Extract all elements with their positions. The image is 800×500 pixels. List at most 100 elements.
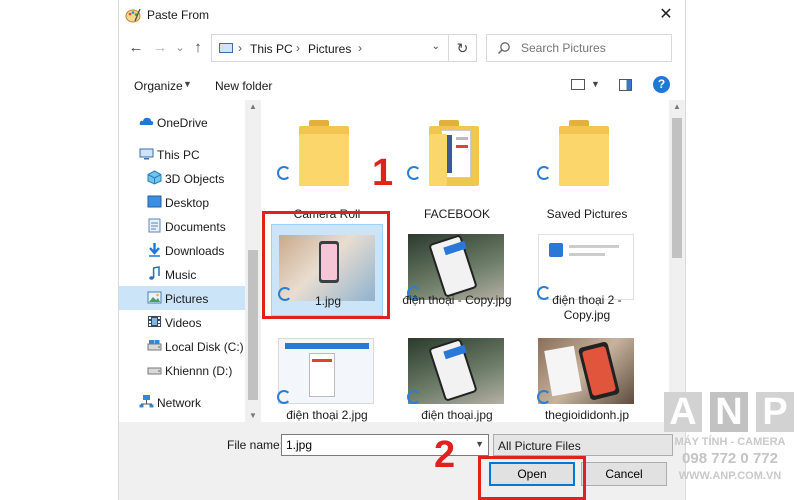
- file-name: điện thoại 2.jpg: [286, 408, 368, 422]
- sync-status-icon: [277, 166, 291, 180]
- breadcrumb-this-pc[interactable]: This PC: [250, 42, 293, 56]
- pictures-icon: [147, 291, 162, 304]
- file-dien-thoai-2-jpg[interactable]: điện thoại 2.jpg: [271, 328, 383, 422]
- breadcrumb-separator: ›: [238, 41, 242, 55]
- command-toolbar: Organize ▼ New folder ▼ ?: [119, 70, 685, 100]
- sidebar-item-documents[interactable]: Documents: [119, 214, 245, 238]
- view-options-dropdown-icon[interactable]: ▼: [591, 79, 600, 89]
- folder-saved-pictures[interactable]: Saved Pictures: [531, 104, 643, 221]
- scroll-down-icon[interactable]: ▼: [249, 411, 257, 420]
- sidebar-item-label: Desktop: [165, 196, 210, 210]
- sidebar-item-label: Network: [157, 396, 202, 410]
- sidebar-item-this-pc[interactable]: This PC: [119, 142, 245, 166]
- sidebar-item-label: Local Disk (C:): [165, 340, 244, 354]
- music-icon: [149, 266, 160, 280]
- chevron-down-icon[interactable]: ▼: [475, 439, 484, 449]
- file-name: thegioididonh.jp: [544, 408, 630, 422]
- videos-icon: [148, 316, 161, 327]
- organize-button[interactable]: Organize: [134, 79, 183, 93]
- anp-watermark: A N P MÁY TÍNH - CAMERA 098 772 0 772 WW…: [660, 388, 800, 500]
- local-disk-icon: [147, 340, 162, 351]
- file-dien-thoai-copy-jpg[interactable]: điện thoại - Copy.jpg: [401, 224, 513, 332]
- cancel-button[interactable]: Cancel: [581, 462, 667, 486]
- file-dien-thoai-2-copy-jpg[interactable]: điện thoại 2 - Copy.jpg: [531, 224, 643, 332]
- up-arrow-icon[interactable]: ↑: [189, 38, 207, 58]
- organize-dropdown-icon[interactable]: ▼: [183, 79, 192, 89]
- file-name: điện thoại 2 - Copy.jpg: [552, 293, 622, 322]
- sidebar-item-label: Downloads: [165, 244, 225, 258]
- onedrive-icon: [139, 117, 154, 125]
- navigation-row: ← → ⌄ ↑ › This PC › Pictures › ⌄ ↻: [119, 32, 685, 66]
- help-icon[interactable]: ?: [653, 76, 670, 93]
- image-thumbnail: [408, 234, 504, 300]
- sidebar-item-label: Khiennn (D:): [165, 364, 233, 378]
- back-arrow-icon[interactable]: ←: [127, 38, 145, 58]
- sidebar-item-label: Music: [165, 268, 197, 282]
- sidebar-item-label: Pictures: [165, 292, 209, 306]
- scroll-thumb[interactable]: [248, 250, 258, 400]
- file-dien-thoai-jpg[interactable]: điện thoại.jpg: [401, 328, 513, 422]
- downloads-icon: [149, 243, 160, 257]
- search-box[interactable]: [486, 34, 672, 62]
- sidebar-item-label: Documents: [165, 220, 226, 234]
- sidebar-item-videos[interactable]: Videos: [119, 310, 245, 334]
- watermark-letter: P: [756, 392, 794, 432]
- breadcrumb-pictures[interactable]: Pictures: [308, 42, 351, 56]
- documents-icon: [148, 218, 161, 233]
- sidebar-item-network[interactable]: Network: [119, 390, 245, 414]
- new-folder-button[interactable]: New folder: [215, 79, 272, 93]
- forward-arrow-icon[interactable]: →: [151, 38, 169, 58]
- sidebar-item-khiennn-d[interactable]: Khiennn (D:): [119, 358, 245, 382]
- image-thumbnail: [408, 338, 504, 404]
- file-name: điện thoại - Copy.jpg: [402, 293, 512, 307]
- annotation-box-step-1: [262, 211, 390, 319]
- file-list-scrollbar[interactable]: ▲ ▼: [669, 100, 685, 422]
- sync-status-icon: [537, 166, 551, 180]
- paint-app-icon: [125, 8, 141, 23]
- sidebar-item-label: Videos: [165, 316, 202, 330]
- file-name-combobox[interactable]: ▼: [281, 434, 489, 456]
- scroll-up-icon[interactable]: ▲: [673, 102, 681, 111]
- file-name-label: File name:: [227, 438, 284, 452]
- scroll-up-icon[interactable]: ▲: [249, 102, 257, 111]
- sidebar-item-onedrive[interactable]: OneDrive: [119, 110, 245, 134]
- annotation-number-2: 2: [434, 434, 456, 476]
- preview-pane-icon[interactable]: [619, 79, 632, 91]
- image-thumbnail: [538, 234, 634, 300]
- sync-status-icon: [407, 390, 421, 404]
- dialog-footer: File name: ▼ All Picture Files Open Canc…: [119, 422, 685, 500]
- sidebar-item-label: 3D Objects: [165, 172, 225, 186]
- address-bar[interactable]: › This PC › Pictures › ⌄: [211, 34, 449, 62]
- sidebar-item-local-disk-c[interactable]: Local Disk (C:): [119, 334, 245, 358]
- file-name: Saved Pictures: [546, 207, 628, 221]
- sidebar-item-music[interactable]: Music: [119, 262, 245, 286]
- close-icon[interactable]: ✕: [655, 4, 677, 26]
- annotation-box-step-2: [478, 456, 586, 500]
- watermark-letter: A: [664, 392, 702, 432]
- file-type-select[interactable]: All Picture Files: [493, 434, 673, 456]
- file-thegioididonh-jpg[interactable]: thegioididonh.jp: [531, 328, 643, 422]
- sidebar-item-label: This PC: [157, 148, 200, 162]
- folder-icon: [559, 134, 609, 186]
- image-thumbnail: [278, 338, 374, 404]
- sync-status-icon: [537, 390, 551, 404]
- drive-icon: [147, 367, 162, 375]
- recent-locations-dropdown-icon[interactable]: ⌄: [171, 38, 189, 58]
- folder-camera-roll[interactable]: Camera Roll: [271, 104, 383, 221]
- navigation-pane-scrollbar[interactable]: ▲ ▼: [245, 100, 261, 422]
- search-input[interactable]: [521, 40, 661, 56]
- sidebar-item-pictures[interactable]: Pictures: [119, 286, 245, 310]
- address-dropdown-icon[interactable]: ⌄: [432, 41, 440, 52]
- change-view-icon[interactable]: [571, 79, 585, 90]
- this-pc-icon: [139, 148, 154, 160]
- folder-facebook[interactable]: FACEBOOK: [401, 104, 513, 221]
- sync-status-icon: [277, 390, 291, 404]
- folder-icon: [299, 134, 349, 186]
- file-name: điện thoại.jpg: [421, 408, 493, 422]
- scroll-thumb[interactable]: [672, 118, 682, 258]
- sidebar-item-downloads[interactable]: Downloads: [119, 238, 245, 262]
- 3d-objects-icon: [147, 170, 162, 185]
- refresh-icon[interactable]: ↻: [449, 34, 477, 62]
- sidebar-item-3d-objects[interactable]: 3D Objects: [119, 166, 245, 190]
- sidebar-item-desktop[interactable]: Desktop: [119, 190, 245, 214]
